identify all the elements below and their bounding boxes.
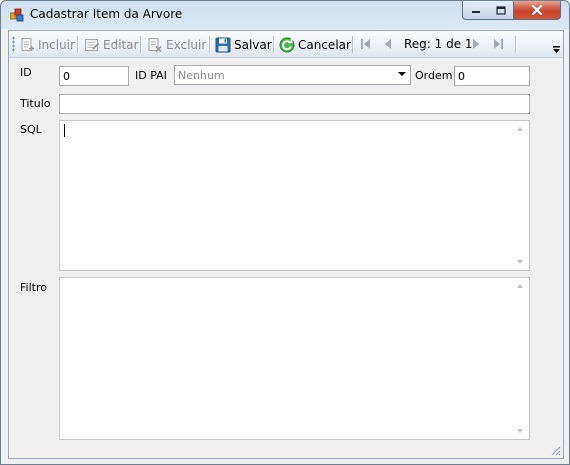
id-pai-combobox[interactable]: Nenhum (174, 65, 411, 85)
scroll-up-icon[interactable] (517, 284, 523, 288)
incluir-label: Incluir (38, 37, 75, 52)
salvar-button[interactable]: Salvar (215, 34, 272, 55)
scroll-down-icon[interactable] (517, 260, 523, 264)
edit-icon (85, 38, 100, 51)
app-icon (10, 8, 24, 22)
first-record-icon[interactable] (360, 37, 372, 51)
minimize-button[interactable] (462, 1, 489, 20)
sql-label: SQL (20, 123, 42, 136)
previous-record-icon[interactable] (382, 37, 394, 51)
filtro-scrollbar[interactable] (512, 278, 529, 439)
title-bar[interactable]: Cadastrar Item da Arvore (1, 1, 569, 29)
id-field[interactable]: 0 (59, 66, 129, 86)
next-record-icon[interactable] (470, 37, 482, 51)
toolbar-separator (352, 36, 353, 53)
last-record-icon[interactable] (492, 37, 504, 51)
cancelar-label: Cancelar (298, 37, 351, 52)
toolbar-separator (77, 36, 78, 53)
sql-textarea[interactable] (59, 120, 530, 271)
save-icon (215, 37, 231, 52)
window-title: Cadastrar Item da Arvore (30, 7, 183, 21)
text-caret (64, 124, 65, 137)
excluir-label: Excluir (166, 37, 207, 52)
scroll-up-icon[interactable] (517, 127, 523, 131)
toolbar-grip[interactable] (12, 36, 15, 53)
id-pai-selected-value: Nenhum (178, 68, 225, 82)
editar-label: Editar (103, 37, 139, 52)
filtro-label: Filtro (20, 281, 47, 294)
record-position-label: Reg: 1 de 1 (404, 37, 473, 51)
maximize-button[interactable] (488, 1, 514, 20)
toolbar-separator (209, 36, 210, 53)
close-button[interactable] (514, 1, 561, 20)
client-area: Incluir Editar Excluir Salvar Cancelar R… (8, 30, 564, 459)
ordem-value: 0 (458, 69, 465, 83)
filtro-textarea[interactable] (59, 277, 530, 440)
toolbar-separator (140, 36, 141, 53)
refresh-cancel-icon (279, 37, 295, 52)
salvar-label: Salvar (234, 37, 272, 52)
incluir-button[interactable]: Incluir (19, 34, 75, 55)
toolbar-separator (515, 36, 516, 53)
id-pai-label: ID PAI (135, 69, 167, 82)
ordem-label: Ordem (415, 69, 453, 82)
ordem-field[interactable]: 0 (454, 66, 530, 86)
titulo-label: Titulo (20, 97, 51, 110)
id-value: 0 (63, 69, 70, 83)
main-window: Cadastrar Item da Arvore Incluir Editar … (0, 0, 570, 465)
editar-button[interactable]: Editar (84, 34, 139, 55)
id-label: ID (20, 66, 32, 79)
binding-navigator-toolbar: Incluir Editar Excluir Salvar Cancelar R… (9, 31, 563, 58)
sql-scrollbar[interactable] (512, 121, 529, 270)
add-document-icon (21, 37, 34, 51)
delete-icon (148, 37, 162, 52)
maximize-icon (495, 5, 506, 15)
chevron-down-icon[interactable] (398, 72, 406, 76)
scroll-down-icon[interactable] (517, 429, 523, 433)
resize-grip-icon[interactable] (549, 444, 561, 456)
cancelar-button[interactable]: Cancelar (279, 34, 351, 55)
minimize-icon (471, 11, 480, 13)
toolbar-overflow-icon[interactable] (552, 45, 561, 54)
close-icon (531, 5, 543, 15)
toolbar-separator (273, 36, 274, 53)
titulo-field[interactable] (59, 94, 530, 114)
excluir-button[interactable]: Excluir (147, 34, 206, 55)
